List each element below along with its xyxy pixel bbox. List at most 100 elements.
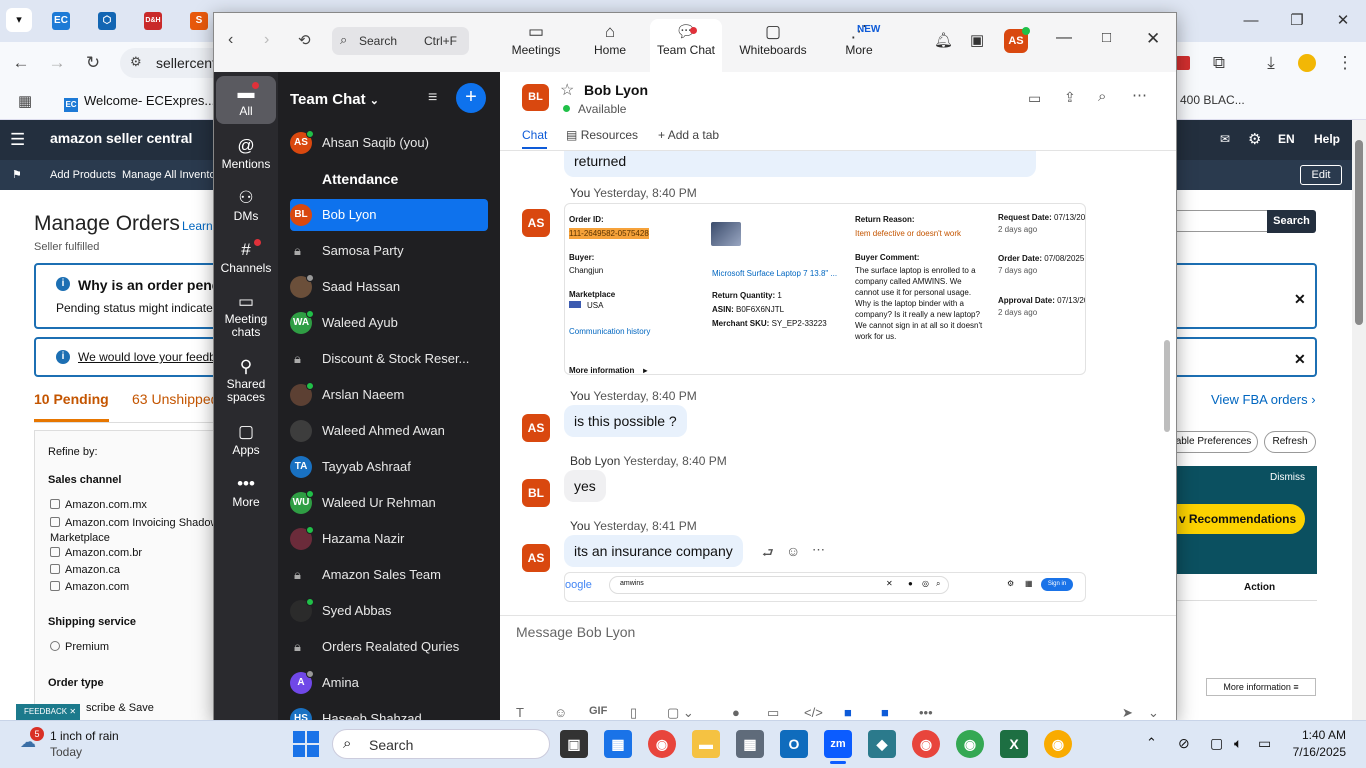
more-actions-icon[interactable]: ⋯: [812, 542, 825, 558]
edit-button[interactable]: Edit: [1300, 165, 1342, 185]
app-icon[interactable]: ◆: [868, 730, 896, 758]
zoom-search-input[interactable]: ⌕ Search Ctrl+F: [332, 27, 469, 55]
chrome-icon[interactable]: ◉: [648, 730, 676, 758]
tab-team-chat[interactable]: 💬︎ Team Chat: [650, 19, 722, 72]
chat-list-item[interactable]: WA Waleed Ayub: [282, 307, 492, 339]
file-explorer-icon[interactable]: ▬: [692, 730, 720, 758]
screenshot-icon[interactable]: ▢ ⌄: [667, 705, 694, 721]
checkbox[interactable]: [50, 581, 60, 591]
page-scrollbar[interactable]: [1352, 120, 1366, 720]
google-screenshot-image[interactable]: oogle amwins ✕ ● ◎ ⌕ ⚙ ▦ Sign in: [564, 572, 1086, 602]
profile-icon[interactable]: [1298, 54, 1316, 72]
bookmark-item[interactable]: EC Welcome- ECExpres...: [64, 93, 215, 112]
browser-close-button[interactable]: ✕: [1332, 10, 1354, 32]
amazon-search-input[interactable]: [1176, 210, 1268, 232]
amazon-search-button[interactable]: Search: [1267, 210, 1316, 233]
tray-chevron-icon[interactable]: ⌃: [1146, 735, 1157, 751]
app-icon-1[interactable]: ■: [844, 705, 852, 720]
rail-dms[interactable]: ⚇ DMs: [216, 187, 276, 223]
amazon-logo[interactable]: amazon seller central: [50, 130, 192, 146]
share-screen-icon[interactable]: ⇪: [1064, 89, 1076, 106]
contact-avatar[interactable]: BL: [522, 84, 549, 111]
more-information-button[interactable]: More information ≡: [1206, 678, 1316, 696]
chrome-profile-icon-2[interactable]: ◉: [956, 730, 984, 758]
close-icon[interactable]: ✕: [69, 707, 76, 716]
text-format-icon[interactable]: T: [516, 705, 524, 720]
checkbox[interactable]: [50, 547, 60, 557]
display-icon[interactable]: ▢: [1210, 735, 1223, 752]
chat-list-item[interactable]: WU Waleed Ur Rehman: [282, 487, 492, 519]
start-button[interactable]: [293, 731, 319, 757]
premium-option[interactable]: Premium: [50, 641, 109, 653]
file-icon[interactable]: ▯: [630, 705, 637, 721]
battery-icon[interactable]: ▭: [1258, 735, 1271, 752]
refresh-button[interactable]: Refresh: [1264, 431, 1316, 453]
chat-list-item[interactable]: AS Ahsan Saqib (you): [282, 127, 492, 159]
calculator-icon[interactable]: ▦: [736, 730, 764, 758]
star-icon[interactable]: ☆: [560, 80, 574, 100]
chat-list-item[interactable]: BL Bob Lyon: [290, 199, 488, 231]
sender-avatar[interactable]: BL: [522, 479, 550, 507]
menu-icon[interactable]: ⋮: [1332, 50, 1358, 76]
history-icon[interactable]: ⟲: [298, 31, 311, 49]
rail-more[interactable]: ••• More: [216, 473, 276, 509]
close-button[interactable]: ✕: [1146, 29, 1160, 49]
rail-shared-spaces[interactable]: ⚲ Shared spaces: [216, 356, 276, 404]
list-title[interactable]: Team Chat ⌄: [290, 91, 379, 108]
tab-icon-dh[interactable]: D&H: [144, 12, 162, 30]
minimize-button[interactable]: —: [1056, 29, 1072, 47]
send-icon[interactable]: ➤: [1122, 705, 1133, 721]
settings-gear-icon[interactable]: ⚙: [1248, 130, 1261, 148]
table-preferences-button[interactable]: able Preferences: [1170, 431, 1258, 453]
message-input[interactable]: Message Bob Lyon: [516, 624, 1156, 704]
sender-avatar[interactable]: AS: [522, 414, 550, 442]
send-options-icon[interactable]: ⌄: [1148, 705, 1159, 721]
tab-meetings[interactable]: ▭ Meetings: [506, 19, 566, 69]
tab-icon-s[interactable]: S: [190, 12, 208, 30]
filter-icon[interactable]: ≡: [428, 89, 437, 107]
more-options-icon[interactable]: ⋯: [1132, 86, 1147, 104]
outlook-icon[interactable]: O: [780, 730, 808, 758]
bookmark-right[interactable]: 400 BLAC...: [1180, 93, 1245, 107]
checkbox[interactable]: [50, 564, 60, 574]
reply-icon[interactable]: ⮐: [762, 544, 774, 566]
site-info-icon[interactable]: ⚙: [130, 54, 142, 70]
bookmark-icon-red[interactable]: [1176, 56, 1190, 70]
message-scrollbar[interactable]: [1164, 162, 1170, 602]
chat-list-item[interactable]: TA Tayyab Ashraaf: [282, 451, 492, 483]
subscribe-option[interactable]: scribe & Save: [86, 702, 154, 714]
tab-whiteboards[interactable]: ▢ Whiteboards: [736, 19, 810, 69]
chat-list-item[interactable]: Attendance: [282, 163, 492, 195]
hamburger-icon[interactable]: ☰: [10, 130, 25, 150]
rail-apps[interactable]: ▢ Apps: [216, 421, 276, 457]
chat-list-item[interactable]: Saad Hassan: [282, 271, 492, 303]
help-link[interactable]: Help: [1314, 132, 1340, 146]
back-icon[interactable]: ←: [8, 50, 34, 76]
search-icon[interactable]: ⌕: [1098, 88, 1106, 105]
more-icon[interactable]: •••: [919, 705, 933, 720]
address-bar[interactable]: ⚙ sellercent: [120, 48, 220, 78]
task-view-icon[interactable]: ▣: [560, 730, 588, 758]
channel-option[interactable]: Amazon.com: [50, 581, 129, 593]
forward-icon[interactable]: ›: [264, 31, 269, 49]
bell-icon[interactable]: 🔔︎: [934, 31, 953, 49]
radio[interactable]: [50, 641, 60, 651]
browser-minimize-button[interactable]: —: [1240, 10, 1262, 32]
back-icon[interactable]: ‹: [228, 31, 233, 49]
chrome-profile-icon-3[interactable]: ◉: [1044, 730, 1072, 758]
chat-list-item[interactable]: Waleed Ahmed Awan: [282, 415, 492, 447]
chat-list-item[interactable]: 🔒︎ Orders Realated Quries: [282, 631, 492, 663]
tab-pending[interactable]: 10 Pending: [34, 391, 109, 422]
rail-mentions[interactable]: @ Mentions: [216, 135, 276, 171]
emoji-reaction-icon[interactable]: ☺: [786, 543, 800, 559]
taskbar-search[interactable]: ⌕ Search: [332, 729, 550, 759]
forward-icon[interactable]: →: [44, 50, 70, 76]
tab-icon-ec[interactable]: EC: [52, 12, 70, 30]
tab-chat[interactable]: Chat: [522, 128, 548, 149]
clock-date[interactable]: 7/16/2025: [1284, 745, 1346, 759]
tab-icon-app[interactable]: ⬡: [98, 12, 116, 30]
tab-resources[interactable]: ▤ Resources: [566, 128, 638, 142]
language-select[interactable]: EN: [1278, 132, 1295, 146]
channel-option[interactable]: Amazon.com.mx: [50, 499, 147, 511]
chat-list-item[interactable]: 🔒︎ Samosa Party: [282, 235, 492, 267]
